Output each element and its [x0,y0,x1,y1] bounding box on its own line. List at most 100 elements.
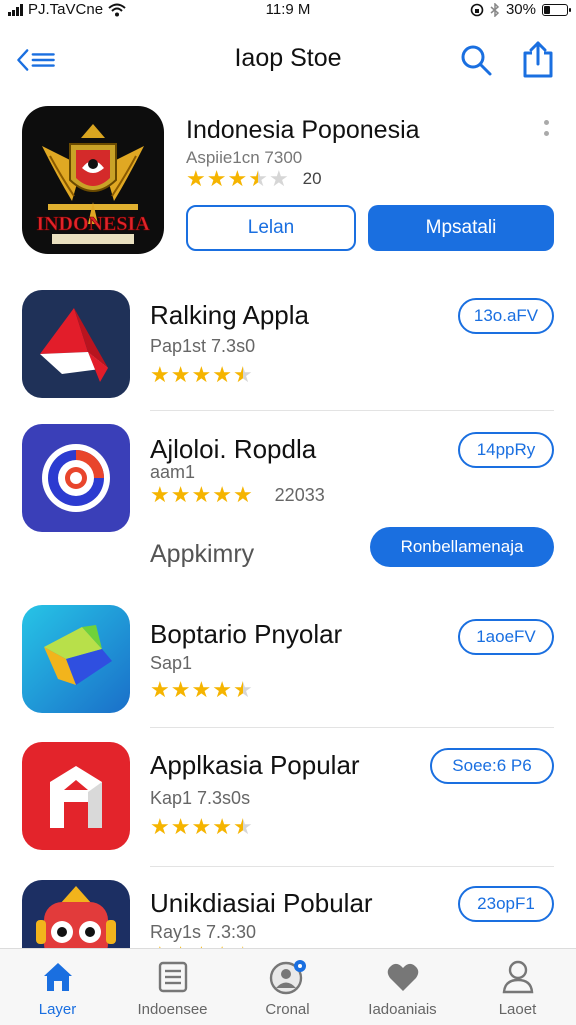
app-get-button-1[interactable]: 14ppRy [458,432,554,468]
star-icon: ★ [212,677,232,702]
tab-label-laoet: Laoet [498,1001,537,1018]
app-get-button-3[interactable]: Soee:6 P6 [430,748,554,784]
tab-icon-wrap [0,959,115,995]
featured-rating: ★ ★ ★ ★ ★ 20 [186,168,322,190]
tab-icon-wrap [230,959,345,995]
tab-cronal[interactable]: Cronal [230,949,345,1025]
app-icon-4[interactable] [22,880,130,948]
app-list-item[interactable]: Boptario Pnyolar Sap1 ★ ★ ★ ★ ★ 1aoeFV [0,605,576,725]
home-icon [43,963,72,991]
battery-icon [542,3,571,16]
app-list-item[interactable]: Applkasia Popular Kap1 7.3s0s ★ ★ ★ ★ ★ Soee… [0,742,576,862]
search-button[interactable] [456,40,496,80]
target-circle-icon [22,424,130,532]
star-icon: ★ [150,362,170,387]
app-list-item[interactable]: Ralking Appla Pap1st 7.3s0 ★ ★ ★ ★ ★ 13o.aFV [0,290,576,410]
star-icon: ★ [150,814,170,839]
star-icon: ★ [191,482,212,507]
star-icon: ★ [232,677,253,702]
star-icon: ★ [191,362,212,387]
app-name-0: Ralking Appla [150,300,309,330]
app-get-button-2[interactable]: 1aoeFV [458,619,554,655]
search-icon [461,45,492,76]
app-icon-1[interactable] [22,424,130,532]
app-rating-3: ★ ★ ★ ★ ★ [150,816,253,838]
list-divider [150,410,554,411]
share-icon [523,41,553,78]
app-icon-0[interactable] [22,290,130,398]
app-name-1: Ajloloi. Ropdla [150,434,317,464]
app-get-button-0[interactable]: 13o.aFV [458,298,554,334]
featured-primary-button[interactable]: Mpsatali [368,205,554,251]
star-icon: ★ [170,362,191,387]
share-button[interactable] [518,40,558,80]
featured-app-name[interactable]: Indonesia Poponesia [186,116,420,145]
app-rating-2: ★ ★ ★ ★ ★ [150,679,253,701]
star-icon: ★ [212,362,232,387]
tab-layer[interactable]: Layer [0,949,115,1025]
tab-iadoaniais[interactable]: Iadoaniais [345,949,460,1025]
app-stars-3: ★ ★ ★ ★ ★ [150,816,253,838]
star-icon: ★ [206,166,227,191]
app-subtitle-4: Ray1s 7.3:30 [150,922,257,942]
mascot-face-icon [22,880,130,948]
orientation-lock-icon [470,3,484,16]
star-icon: ★ [268,166,289,191]
list-icon [158,961,187,993]
star-icon: ★ [248,166,268,191]
battery-percent: 30% [505,1,536,18]
list-divider [150,727,554,728]
tab-label-layer: Layer [38,1001,77,1018]
featured-rating-count: 20 [302,169,322,188]
heart-icon [387,963,418,991]
geometric-arrow-icon [22,605,130,713]
app-icon-3[interactable] [22,742,130,850]
featured-secondary-button[interactable]: Lelan [186,205,356,251]
app-rating-1: ★ ★ ★ ★ ★ 22033 [150,484,325,506]
tab-label-iadoaniais: Iadoaniais [368,1001,437,1018]
tab-label-indoensee: Indoensee [137,1001,208,1018]
featured-app-icon[interactable]: INDONESIA [22,106,164,254]
app-list-item[interactable]: Ajloloi. Ropdla aam1 ★ ★ ★ ★ ★ 22033 14ppRy [0,424,576,544]
tab-icon-wrap [115,959,230,995]
app-subtitle-3: Kap1 7.3s0s [150,788,251,808]
recommend-button[interactable]: Ronbellamenaja [370,527,554,567]
star-icon: ★ [232,482,253,507]
app-list-item[interactable]: Unikdiasiai Pobular Ray1s 7.3:30 ★★★★★ 2… [0,880,576,948]
star-icon: ★ [150,677,170,702]
featured-app-card: INDONESIA Indonesia Poponesia Aspiie1cn … [0,100,576,270]
tab-label-cronal: Cronal [265,1001,310,1018]
star-icon: ★ [232,814,253,839]
app-name-4: Unikdiasiai Pobular [150,888,373,918]
tab-icon-wrap [460,959,575,995]
tab-indoensee[interactable]: Indoensee [115,949,230,1025]
arrow-plane-icon [22,290,130,398]
app-get-button-4[interactable]: 23opF1 [458,886,554,922]
app-rating-count-1: 22033 [274,484,325,505]
star-icon: ★ [170,677,191,702]
star-icon: ★ [227,166,248,191]
featured-stars: ★ ★ ★ ★ ★ [186,168,289,190]
nav-bar: Iaop Stoe [0,36,576,84]
star-icon: ★ [232,362,253,387]
star-icon: ★ [212,482,232,507]
more-dot-icon [543,131,549,136]
person-icon [502,960,533,994]
letter-a-cube-icon [22,742,130,850]
app-rating-0: ★ ★ ★ ★ ★ [150,364,253,386]
star-icon: ★ [191,677,212,702]
app-icon-2[interactable] [22,605,130,713]
list-divider [150,866,554,867]
app-name-3: Applkasia Popular [150,750,360,780]
status-right: 30% [470,1,571,18]
app-stars-0: ★ ★ ★ ★ ★ [150,364,253,386]
app-name-2: Boptario Pnyolar [150,619,343,649]
more-options-button[interactable] [540,120,552,144]
star-icon: ★ [150,482,170,507]
star-icon: ★ [186,166,206,191]
section-label: Appkimry [150,540,255,568]
tab-bar: Layer Indoensee Cronal Iadoaniais Laoet [0,948,576,1025]
tab-laoet[interactable]: Laoet [460,949,575,1025]
app-subtitle-2: Sap1 [150,653,193,673]
bluetooth-icon [490,2,500,17]
